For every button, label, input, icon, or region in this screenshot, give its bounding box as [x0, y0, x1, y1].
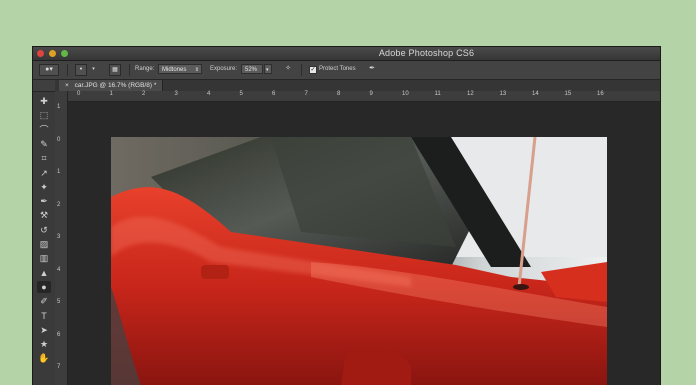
ruler-tick-label: 1 — [57, 169, 61, 175]
type-tool-icon[interactable]: T — [37, 310, 51, 322]
range-select[interactable]: Midtones ⇕ — [158, 64, 202, 74]
ruler-tick-label: 4 — [57, 266, 61, 273]
spot-healing-tool-icon[interactable]: ✦ — [37, 181, 51, 193]
car-photo — [111, 137, 607, 385]
dodge-tool-icon[interactable]: ● — [37, 280, 51, 293]
close-tab-icon[interactable]: × — [65, 82, 69, 89]
airbrush-toggle[interactable]: ✧ — [282, 64, 294, 76]
horizontal-ruler[interactable]: 0 1 2 3 4 5 6 7 8 9 10 11 12 13 14 15 16 — [67, 91, 660, 102]
separator — [129, 64, 130, 76]
chevron-down-icon: ▾ — [92, 66, 95, 72]
title-bar: Adobe Photoshop CS6 — [33, 47, 660, 61]
exposure-slider-button[interactable]: ▾ — [264, 64, 272, 74]
range-label: Range: — [135, 66, 155, 72]
ruler-tick-label: 6 — [272, 91, 276, 97]
antenna-base — [513, 284, 529, 290]
chevron-updown-icon: ⇕ — [194, 67, 199, 73]
pen-pressure-icon: ✒ — [369, 65, 375, 72]
ruler-tick-label: 5 — [239, 91, 243, 97]
crop-tool-icon[interactable]: ⌗ — [37, 152, 51, 164]
dodge-tool-icon: ●▾ — [45, 66, 53, 73]
ruler-tick-label: 3 — [174, 91, 178, 97]
ruler-tick-label: 1 — [57, 104, 61, 110]
ruler-tick-label: 16 — [597, 91, 604, 97]
document-tab-label: car.JPG @ 16.7% (RGB/8) * — [74, 82, 157, 89]
door-handle — [201, 265, 229, 279]
shape-tool-icon[interactable]: ★ — [37, 338, 51, 350]
ruler-tick-label: 14 — [532, 91, 539, 97]
vertical-ruler[interactable]: 1012345678 — [55, 91, 68, 385]
brush-panel-toggle[interactable]: ▦ — [109, 64, 121, 76]
protect-tones-label: Protect Tones — [319, 66, 356, 72]
separator — [67, 64, 68, 76]
exposure-input[interactable]: 52% — [241, 64, 263, 74]
ruler-tick-label: 2 — [142, 91, 146, 97]
airbrush-icon: ✧ — [285, 65, 291, 72]
document-tab[interactable]: × car.JPG @ 16.7% (RGB/8) * — [59, 80, 164, 91]
gradient-tool-icon[interactable]: ▥ — [37, 252, 51, 264]
ruler-tick-label: 15 — [564, 91, 572, 97]
hand-tool-icon[interactable]: ✋ — [37, 352, 51, 364]
lasso-tool-icon[interactable]: ⌒ — [37, 124, 51, 136]
ruler-tick-label: 2 — [57, 201, 61, 208]
brush-tool-icon[interactable]: ✒ — [37, 195, 51, 207]
ruler-tick-label: 12 — [467, 91, 474, 97]
history-brush-tool-icon[interactable]: ↺ — [37, 224, 51, 236]
ruler-tick-label: 0 — [77, 91, 81, 97]
ruler-tick-label: 3 — [57, 234, 61, 240]
ruler-tick-label: 13 — [499, 91, 507, 97]
range-select-value: Midtones — [162, 67, 187, 73]
pressure-size-toggle[interactable]: ✒ — [366, 64, 378, 76]
ruler-tick-label: 7 — [304, 91, 308, 97]
window-title: Adobe Photoshop CS6 — [378, 48, 475, 58]
tools-panel: ✚ ⬚ ⌒ ✎ ⌗ ↗ ✦ ✒ ⚒ ↺ ▨ ▥ ▲ ● ✐ T ➤ ★ ✋ — [33, 80, 56, 385]
ruler-tick-label: 5 — [57, 299, 61, 305]
ruler-tick-label: 7 — [57, 364, 61, 370]
quick-selection-tool-icon[interactable]: ✎ — [37, 138, 51, 150]
separator — [301, 64, 302, 76]
move-tool-icon[interactable]: ✚ — [37, 95, 51, 107]
protect-tones-checkbox[interactable]: ✓ — [309, 66, 317, 74]
path-selection-tool-icon[interactable]: ➤ — [37, 324, 51, 336]
brush-panel-icon: ▦ — [112, 67, 118, 73]
ruler-tick-label: 11 — [434, 91, 441, 97]
document-canvas[interactable] — [111, 137, 607, 385]
eraser-tool-icon[interactable]: ▨ — [37, 238, 51, 250]
brush-dropdown-button[interactable]: ▾ — [91, 64, 96, 76]
tools-panel-header[interactable] — [33, 80, 55, 92]
clone-stamp-tool-icon[interactable]: ⚒ — [37, 209, 51, 221]
exposure-label: Exposure: — [210, 66, 238, 72]
blur-tool-icon[interactable]: ▲ — [37, 267, 51, 279]
ruler-tick-label: 1 — [109, 91, 113, 97]
marquee-tool-icon[interactable]: ⬚ — [37, 109, 51, 121]
ruler-tick-label: 4 — [207, 91, 211, 97]
brush-size-picker[interactable]: • — [75, 64, 87, 76]
brush-tip-icon: • — [79, 66, 83, 73]
chevron-down-icon: ▾ — [266, 67, 269, 73]
ruler-tick-label: 9 — [369, 91, 373, 97]
pen-tool-icon[interactable]: ✐ — [37, 295, 51, 307]
ruler-tick-label: 6 — [57, 331, 61, 338]
ruler-tick-label: 10 — [402, 91, 409, 97]
ruler-tick-label: 0 — [57, 136, 61, 143]
options-bar: ●▾ • ▾ ▦ Range: Midtones ⇕ Exposure: 52%… — [33, 61, 660, 80]
ruler-tick-label: 8 — [337, 91, 341, 97]
eyedropper-tool-icon[interactable]: ↗ — [37, 167, 51, 179]
tool-preset-picker[interactable]: ●▾ — [39, 64, 59, 76]
